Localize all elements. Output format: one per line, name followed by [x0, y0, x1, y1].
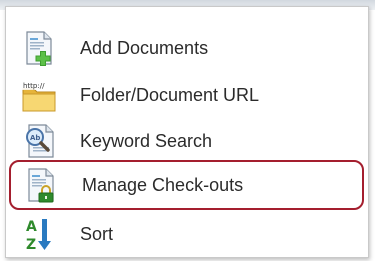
sort-a-glyph: A [26, 219, 37, 235]
http-glyph: http:// [23, 82, 45, 90]
manage-checkouts-icon [23, 167, 59, 203]
menu-item-label: Sort [80, 223, 114, 244]
folder-url-icon: http:// [21, 77, 57, 113]
menu-item-folder-document-url[interactable]: http:// Folder/Document URL [7, 72, 367, 118]
screen: Add Documents http:// Folder/Document UR… [0, 0, 375, 261]
add-document-icon [21, 30, 57, 66]
menu-item-label: Add Documents [80, 37, 209, 58]
keyword-search-icon: Ab [21, 123, 57, 159]
sort-z-glyph: Z [26, 237, 36, 252]
sort-icon: A Z [21, 216, 57, 253]
ab-glyph: Ab [30, 134, 40, 142]
menu-item-label: Manage Check-outs [82, 174, 244, 195]
menu-item-manage-checkouts[interactable]: Manage Check-outs [9, 160, 364, 210]
menu-item-keyword-search[interactable]: Ab Keyword Search [7, 118, 367, 164]
context-menu: Add Documents http:// Folder/Document UR… [5, 6, 369, 258]
menu-item-add-documents[interactable]: Add Documents [7, 25, 367, 71]
menu-item-label: Folder/Document URL [80, 84, 260, 105]
menu-item-label: Keyword Search [80, 130, 213, 151]
menu-item-sort[interactable]: A Z Sort [7, 211, 367, 257]
